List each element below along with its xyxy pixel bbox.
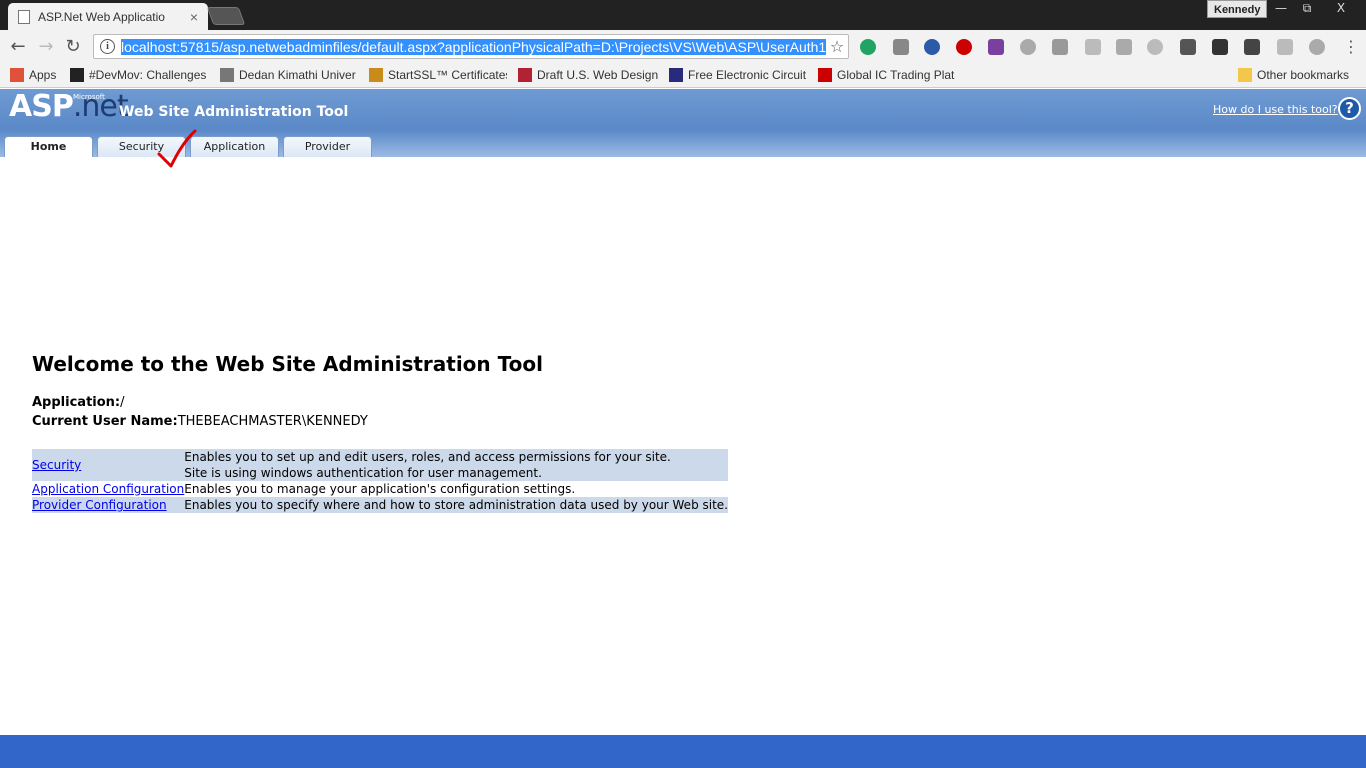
address-bar[interactable]: i localhost:57815/asp.netwebadminfiles/d… [93, 34, 849, 59]
bookmark-label: Dedan Kimathi Univer [239, 68, 356, 82]
bookmark-label: Free Electronic Circuit [688, 68, 807, 82]
cast-screen-icon[interactable] [1052, 39, 1068, 55]
forward-arrow-icon[interactable]: → [36, 37, 56, 57]
reload-icon[interactable]: ↻ [63, 37, 83, 57]
bookmark-devmov[interactable]: #DevMov: Challenges [70, 67, 210, 83]
bookmark-label: Draft U.S. Web Design [537, 68, 658, 82]
certificate-icon [369, 68, 383, 82]
adblock-plus-icon[interactable] [956, 39, 972, 55]
circuit-icon [669, 68, 683, 82]
url-text[interactable]: localhost:57815/asp.netwebadminfiles/def… [121, 38, 826, 55]
security-link[interactable]: Security [32, 458, 81, 472]
minimize-button[interactable]: — [1268, 0, 1294, 18]
folder-icon [1238, 68, 1252, 82]
provider-configuration-description: Enables you to specify where and how to … [184, 497, 728, 513]
tab-home[interactable]: Home [4, 136, 93, 157]
application-value: / [120, 395, 125, 410]
browser-toolbar: ← → ↻ i localhost:57815/asp.netwebadminf… [0, 30, 1366, 63]
link-cell: Application Configuration [32, 481, 184, 497]
bookmark-label: #DevMov: Challenges [89, 68, 207, 82]
us-flag-icon [518, 68, 532, 82]
application-label: Application: [32, 395, 121, 410]
profile-button[interactable]: Kennedy [1207, 0, 1268, 18]
help-question-icon[interactable]: ? [1338, 97, 1361, 120]
page-favicon-icon [18, 9, 30, 24]
wsat-title: Web Site Administration Tool [119, 104, 349, 120]
bookmark-dedan-kimathi[interactable]: Dedan Kimathi Univer [220, 67, 358, 83]
person-icon [220, 68, 234, 82]
bookmark-apps[interactable]: Apps [10, 67, 65, 83]
wsat-header: ASP.net Microsoft Web Site Administratio… [0, 89, 1366, 157]
application-configuration-link[interactable]: Application Configuration [32, 482, 184, 496]
tab-close-icon[interactable]: × [190, 9, 198, 25]
back-arrow-icon[interactable]: ← [8, 37, 28, 57]
angular-extension-icon[interactable] [1116, 39, 1132, 55]
bookmarks-bar: Apps #DevMov: Challenges Dedan Kimathi U… [0, 63, 1366, 88]
aspnet-logo: ASP.net Microsoft [9, 89, 129, 124]
application-info: Application:/ Current User Name:THEBEACH… [32, 393, 368, 431]
extension-check-icon[interactable] [1147, 39, 1163, 55]
apps-grid-icon [10, 68, 24, 82]
user-value: THEBEACHMASTER\KENNEDY [177, 414, 368, 429]
bookmark-label: Apps [29, 68, 57, 82]
bookmark-label: Global IC Trading Plat [837, 68, 955, 82]
restore-button[interactable]: ⧉ [1294, 0, 1320, 18]
browser-titlebar: ASP.Net Web Applicatio × Kennedy — ⧉ X [0, 0, 1366, 30]
page-title: Welcome to the Web Site Administration T… [32, 352, 543, 376]
security-description: Enables you to set up and edit users, ro… [184, 450, 671, 464]
extension-globe-icon[interactable] [924, 39, 940, 55]
page-footer [0, 735, 1366, 768]
extension-grey-icon[interactable] [1277, 39, 1293, 55]
bookmark-us-web-design[interactable]: Draft U.S. Web Design [518, 67, 658, 83]
table-row: Provider Configuration Enables you to sp… [32, 497, 728, 513]
tab-provider[interactable]: Provider [283, 136, 372, 157]
admin-links-table: Security Enables you to set up and edit … [32, 449, 728, 513]
lightbulb-extension-icon[interactable] [1244, 39, 1260, 55]
other-bookmarks-label: Other bookmarks [1257, 68, 1350, 82]
browser-menu-icon[interactable]: ⋮ [1341, 37, 1361, 57]
extension-puzzle-icon[interactable] [1020, 39, 1036, 55]
evernote-icon[interactable] [1212, 39, 1228, 55]
table-row: Application Configuration Enables you to… [32, 481, 728, 497]
close-window-button[interactable]: X [1326, 0, 1356, 18]
red-checkmark-annotation [157, 129, 197, 168]
site-info-icon[interactable]: i [100, 39, 115, 54]
tab-title: ASP.Net Web Applicatio [38, 9, 165, 24]
ic-logo-icon [818, 68, 832, 82]
security-auth-note: Site is using windows authentication for… [184, 466, 542, 480]
description-cell: Enables you to set up and edit users, ro… [184, 449, 728, 481]
extension-bus-icon[interactable] [1180, 39, 1196, 55]
new-tab-button[interactable] [206, 7, 246, 25]
extension-robot-icon[interactable] [1085, 39, 1101, 55]
link-cell: Security [32, 449, 185, 481]
help-link[interactable]: How do I use this tool? [1213, 103, 1338, 116]
user-label: Current User Name: [32, 414, 178, 429]
bookmark-startssl[interactable]: StartSSL™ Certificates [369, 67, 507, 83]
medium-m-icon [70, 68, 84, 82]
gmail-extension-icon[interactable] [893, 39, 909, 55]
bookmark-global-ic[interactable]: Global IC Trading Plat [818, 67, 958, 83]
table-row: Security Enables you to set up and edit … [32, 449, 728, 481]
browser-tab[interactable]: ASP.Net Web Applicatio × [8, 3, 208, 30]
bookmark-label: StartSSL™ Certificates [388, 68, 507, 82]
bookmark-star-icon[interactable]: ☆ [826, 37, 848, 56]
onenote-clipper-icon[interactable] [988, 39, 1004, 55]
extension-cloud-icon[interactable] [1309, 39, 1325, 55]
bookmark-electronic-circuit[interactable]: Free Electronic Circuit [669, 67, 807, 83]
application-configuration-description: Enables you to manage your application's… [184, 482, 576, 496]
link-cell: Provider Configuration [32, 497, 185, 513]
hangouts-extension-icon[interactable] [860, 39, 876, 55]
other-bookmarks[interactable]: Other bookmarks [1238, 67, 1358, 83]
provider-configuration-link[interactable]: Provider Configuration [32, 498, 167, 512]
tab-application[interactable]: Application [190, 136, 279, 157]
